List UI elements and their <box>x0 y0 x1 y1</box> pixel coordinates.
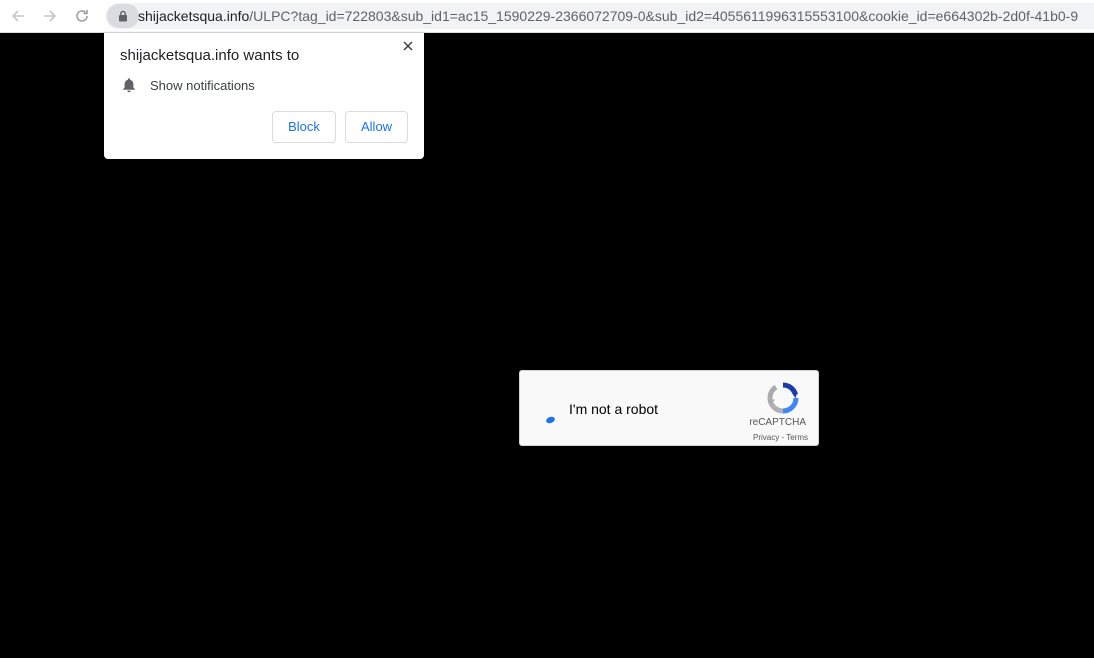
recaptcha-widget: I'm not a robot reCAPTCHA Privacy - Term… <box>519 370 819 446</box>
recaptcha-links: Privacy - Terms <box>753 433 808 442</box>
reload-icon <box>76 10 88 22</box>
url-text: shijacketsqua.info/ULPC?tag_id=722803&su… <box>138 3 1078 29</box>
arrow-left-icon <box>11 10 24 22</box>
prompt-title: shijacketsqua.info wants to <box>120 47 300 64</box>
back-button[interactable] <box>6 4 30 28</box>
recaptcha-logo-icon <box>767 382 799 414</box>
recaptcha-checkbox-spinner[interactable] <box>545 415 556 425</box>
recaptcha-label: I'm not a robot <box>569 401 659 417</box>
block-button[interactable]: Block <box>272 111 336 143</box>
allow-button[interactable]: Allow <box>345 111 408 143</box>
arrow-right-icon <box>44 10 57 22</box>
url-domain: shijacketsqua.info <box>138 8 250 24</box>
forward-button[interactable] <box>38 4 62 28</box>
permission-label: Show notifications <box>150 77 255 93</box>
site-info-button[interactable] <box>107 4 139 28</box>
close-icon <box>403 41 413 51</box>
reload-button[interactable] <box>70 4 94 28</box>
url-path: /ULPC?tag_id=722803&sub_id1=ac15_1590229… <box>249 8 1079 24</box>
browser-toolbar: shijacketsqua.info/ULPC?tag_id=722803&su… <box>0 0 1094 33</box>
permission-row: Show notifications <box>120 76 255 94</box>
terms-link[interactable]: Terms <box>786 433 808 442</box>
lock-icon <box>119 10 127 22</box>
privacy-link[interactable]: Privacy <box>753 433 779 442</box>
recaptcha-brand: reCAPTCHA <box>749 417 806 428</box>
address-bar[interactable]: shijacketsqua.info/ULPC?tag_id=722803&su… <box>105 3 1094 29</box>
close-prompt-button[interactable] <box>400 38 416 54</box>
notification-permission-prompt: shijacketsqua.info wants to Show notific… <box>104 33 424 159</box>
bell-icon <box>123 78 135 93</box>
